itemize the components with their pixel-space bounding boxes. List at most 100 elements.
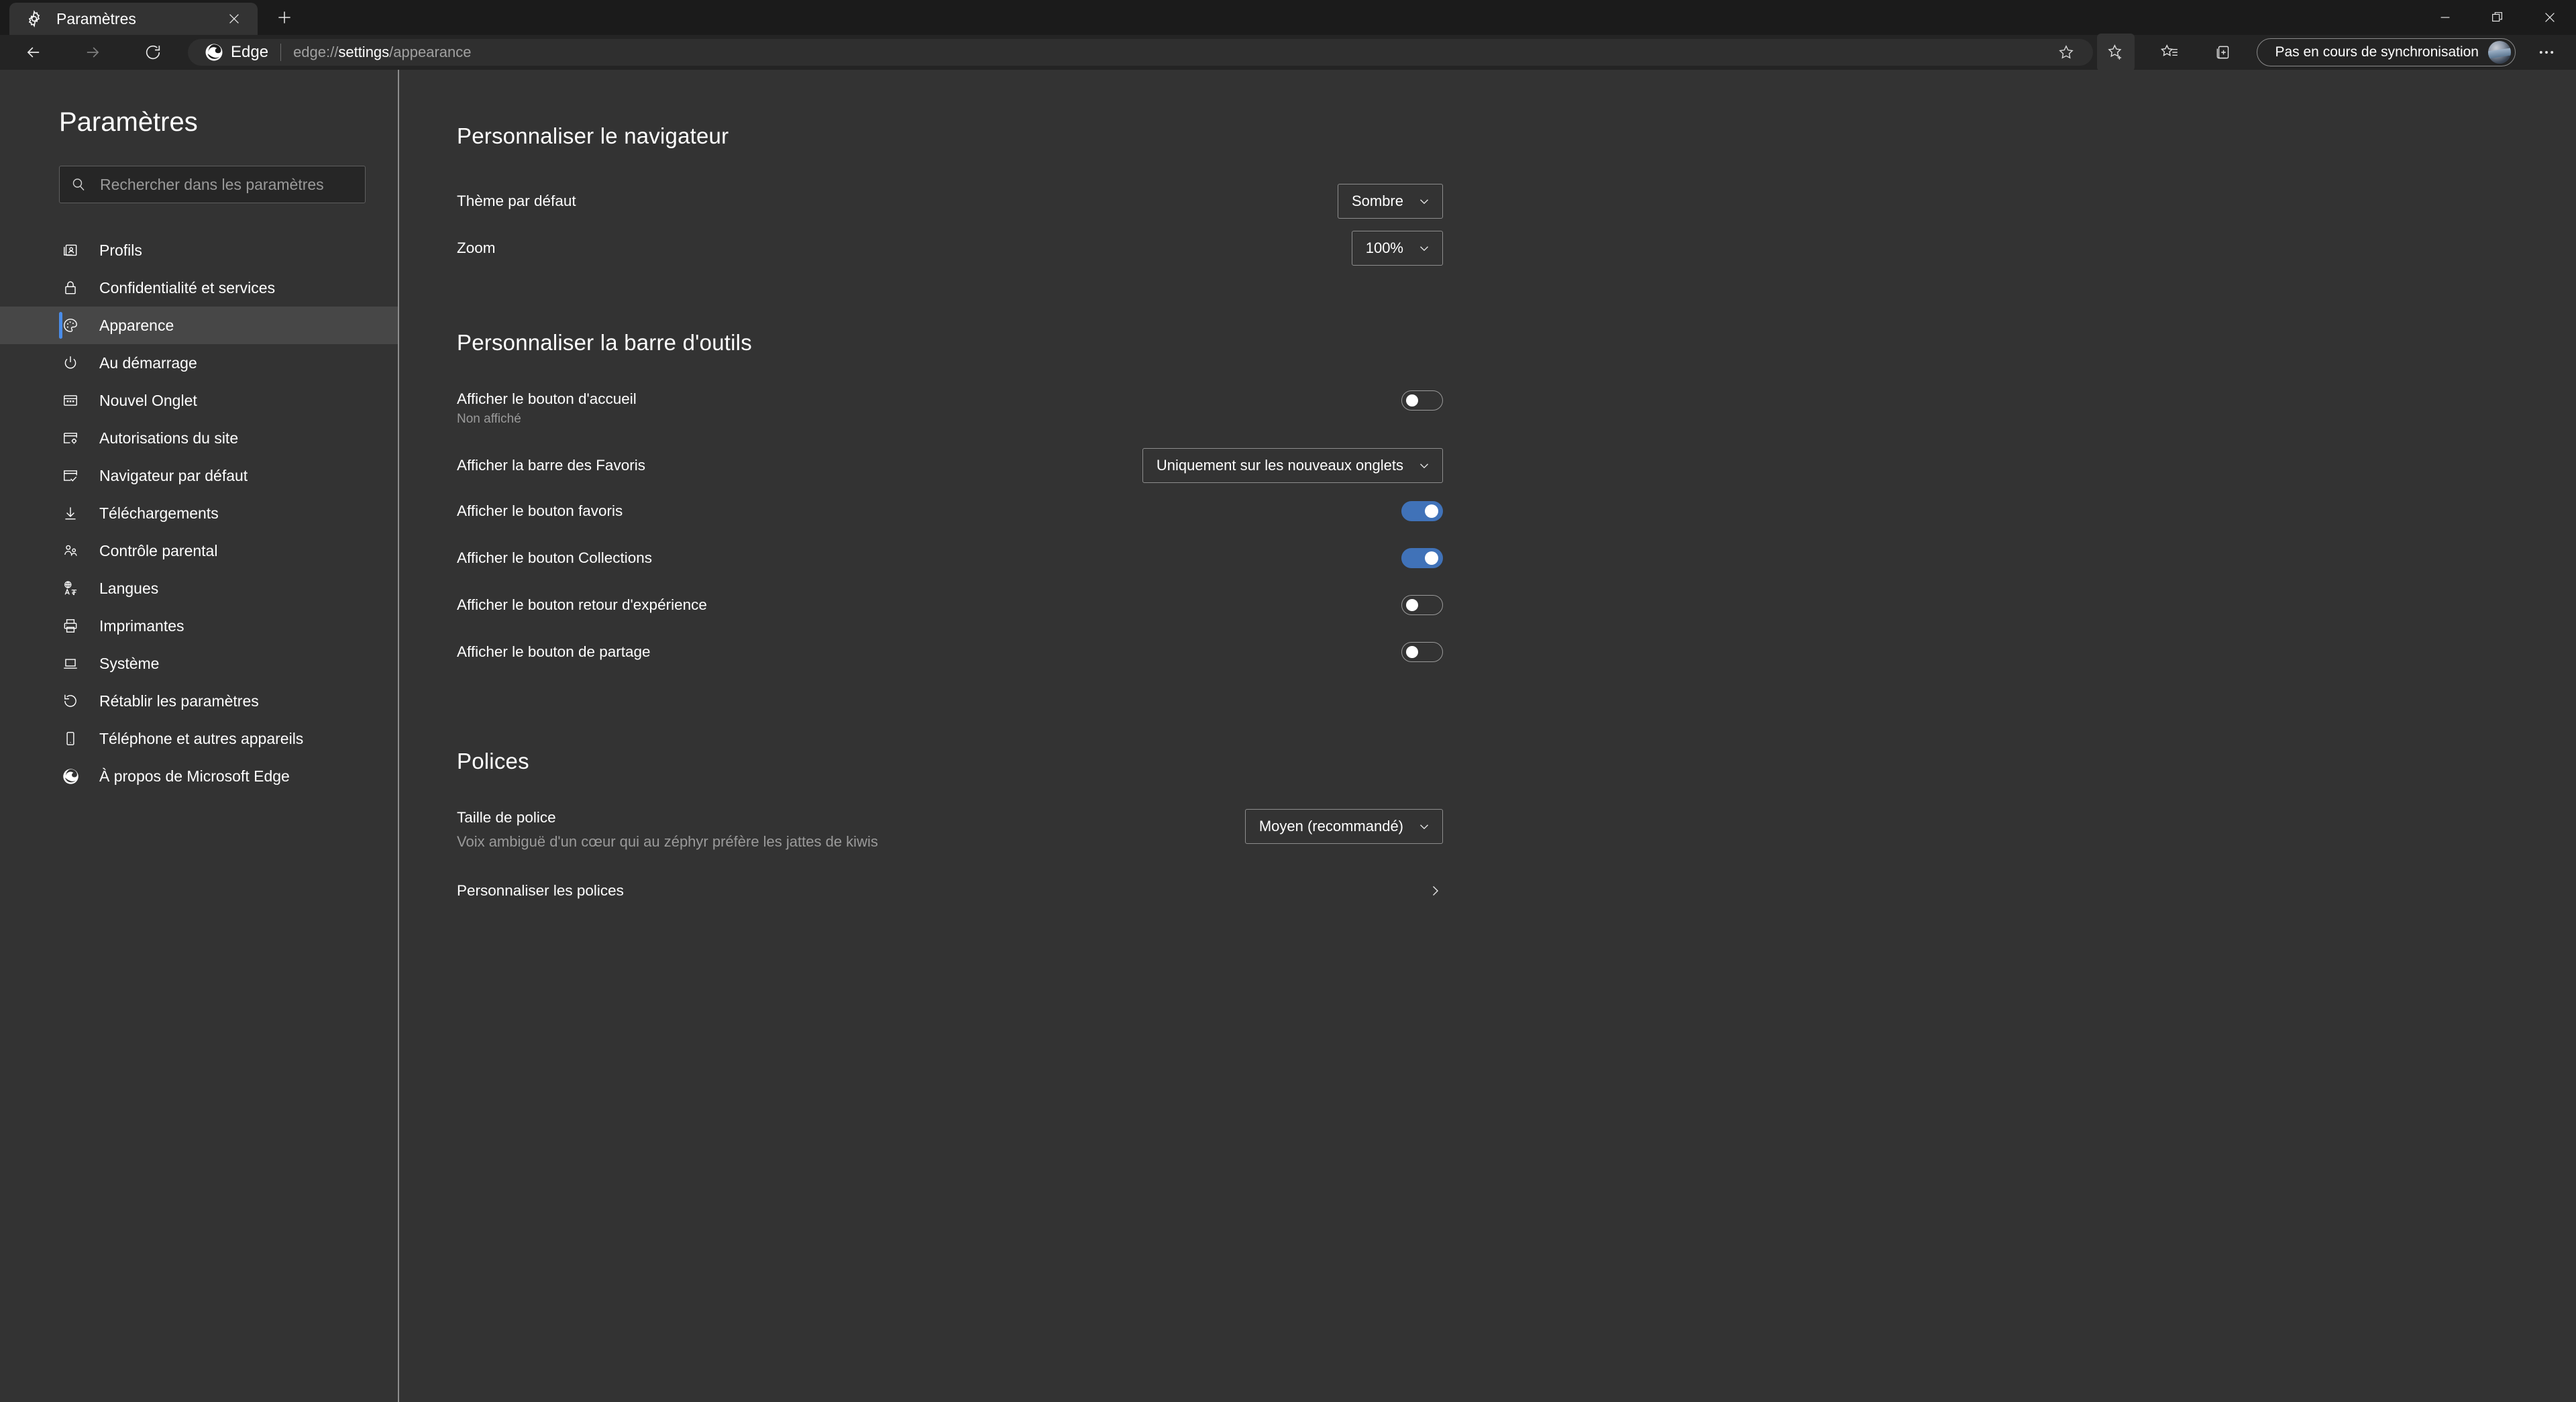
favorites-button-label: Afficher le bouton favoris: [457, 502, 623, 519]
sidebar-item-telephone-appareils[interactable]: Téléphone et autres appareils: [0, 720, 398, 757]
sidebar-item-retablir-parametres[interactable]: Rétablir les paramètres: [0, 682, 398, 720]
favorites-add-button[interactable]: [2097, 34, 2135, 71]
chevron-down-icon: [1417, 458, 1432, 473]
close-icon[interactable]: [2524, 0, 2576, 35]
toggle-knob: [1425, 504, 1438, 518]
avatar: [2488, 41, 2511, 64]
sidebar-item-langues[interactable]: Langues: [0, 570, 398, 607]
browser-tab-settings[interactable]: Paramètres: [9, 3, 258, 35]
toggle-knob: [1406, 646, 1418, 658]
edge-brand: Edge: [204, 42, 268, 62]
sidebar-item-label: Apparence: [99, 316, 174, 334]
sidebar-item-label: Profils: [99, 241, 142, 259]
edge-logo-icon: [59, 765, 82, 788]
font-sample-text: Voix ambiguë d'un cœur qui au zéphyr pré…: [457, 833, 878, 850]
home-button-toggle[interactable]: [1401, 390, 1443, 411]
address-bar[interactable]: Edge edge://settings/appearance: [188, 38, 2094, 67]
section-heading-browser: Personnaliser le navigateur: [457, 123, 729, 148]
collections-icon[interactable]: [2204, 34, 2242, 71]
zoom-value: 100%: [1365, 239, 1403, 256]
zoom-label: Zoom: [457, 239, 496, 256]
sidebar-item-label: Rétablir les paramètres: [99, 692, 259, 710]
default-theme-dropdown[interactable]: Sombre: [1337, 184, 1443, 219]
reload-icon[interactable]: [133, 32, 173, 72]
collections-button-toggle[interactable]: [1401, 548, 1443, 568]
sidebar-item-label: Confidentialité et services: [99, 278, 276, 296]
power-icon: [59, 352, 82, 374]
url-highlight: settings: [338, 44, 390, 60]
sidebar-item-label: Téléchargements: [99, 504, 219, 522]
sidebar-item-navigateur-defaut[interactable]: Navigateur par défaut: [0, 457, 398, 494]
favorites-button-toggle[interactable]: [1401, 501, 1443, 521]
new-tab-button[interactable]: [268, 1, 301, 34]
row-favorites-button: Afficher le bouton favoris: [457, 494, 1443, 529]
home-button-label: Afficher le bouton d'accueil: [457, 390, 637, 407]
row-zoom: Zoom 100%: [457, 231, 1443, 266]
sidebar-item-label: Nouvel Onglet: [99, 391, 197, 409]
add-favorite-icon[interactable]: [2051, 38, 2081, 67]
minimize-icon[interactable]: [2419, 0, 2471, 35]
sidebar-item-label: Langues: [99, 579, 159, 597]
reset-icon: [59, 690, 82, 712]
back-arrow-icon[interactable]: [13, 32, 54, 72]
sidebar-item-label: Imprimantes: [99, 616, 184, 635]
sidebar-item-label: À propos de Microsoft Edge: [99, 767, 290, 785]
printer-icon: [59, 614, 82, 637]
sidebar-item-label: Navigateur par défaut: [99, 466, 248, 484]
lock-icon: [59, 276, 82, 299]
share-button-toggle[interactable]: [1401, 642, 1443, 662]
sidebar-item-telechargements[interactable]: Téléchargements: [0, 494, 398, 532]
home-button-sub: Non affiché: [457, 412, 521, 426]
chevron-down-icon: [1417, 194, 1432, 209]
omnibox-divider: [280, 44, 282, 61]
sidebar-item-au-demarrage[interactable]: Au démarrage: [0, 344, 398, 382]
gear-icon: [23, 7, 46, 30]
sync-status-pill[interactable]: Pas en cours de synchronisation: [2257, 38, 2516, 66]
sidebar-item-profils[interactable]: Profils: [0, 231, 398, 269]
languages-icon: [59, 577, 82, 600]
favorites-list-icon[interactable]: [2151, 34, 2188, 71]
favorites-bar-label: Afficher la barre des Favoris: [457, 457, 645, 474]
url-suffix: /appearance: [389, 44, 472, 60]
page-title: Paramètres: [59, 107, 198, 137]
favorites-bar-dropdown[interactable]: Uniquement sur les nouveaux onglets: [1142, 448, 1443, 483]
sidebar-item-apparence[interactable]: Apparence: [0, 307, 398, 344]
restore-icon[interactable]: [2471, 0, 2524, 35]
font-size-dropdown[interactable]: Moyen (recommandé): [1244, 809, 1443, 844]
more-options-icon[interactable]: [2528, 34, 2565, 71]
search-input[interactable]: Rechercher dans les paramètres: [100, 176, 324, 194]
zoom-dropdown[interactable]: 100%: [1351, 231, 1443, 266]
collections-button-label: Afficher le bouton Collections: [457, 549, 653, 566]
default-browser-icon: [59, 464, 82, 487]
settings-nav-list: Profils Confidentialité et services Appa…: [0, 231, 398, 795]
family-icon: [59, 539, 82, 562]
download-arrow-icon: [59, 502, 82, 525]
palette-icon: [59, 314, 82, 337]
feedback-button-label: Afficher le bouton retour d'expérience: [457, 596, 707, 613]
sidebar-item-nouvel-onglet[interactable]: Nouvel Onglet: [0, 382, 398, 419]
search-settings-box[interactable]: Rechercher dans les paramètres: [59, 166, 366, 203]
window-controls: [2419, 0, 2576, 35]
tab-close-icon[interactable]: [220, 5, 248, 33]
sidebar-item-confidentialite[interactable]: Confidentialité et services: [0, 269, 398, 307]
sidebar-item-a-propos-edge[interactable]: À propos de Microsoft Edge: [0, 757, 398, 795]
settings-page: Paramètres Rechercher dans les paramètre…: [0, 70, 2576, 1402]
profile-card-icon: [59, 239, 82, 262]
chevron-down-icon: [1417, 241, 1432, 256]
new-tab-icon: [59, 389, 82, 412]
chevron-right-icon: [1427, 883, 1443, 899]
sidebar-item-systeme[interactable]: Système: [0, 645, 398, 682]
forward-arrow-icon[interactable]: [72, 32, 113, 72]
font-size-label: Taille de police: [457, 809, 556, 826]
sidebar-item-autorisations-site[interactable]: Autorisations du site: [0, 419, 398, 457]
search-icon: [70, 176, 87, 193]
tab-title: Paramètres: [56, 9, 136, 28]
feedback-button-toggle[interactable]: [1401, 595, 1443, 615]
row-default-theme: Thème par défaut Sombre: [457, 184, 1443, 219]
row-customize-fonts[interactable]: Personnaliser les polices: [457, 873, 1443, 908]
row-collections-button: Afficher le bouton Collections: [457, 541, 1443, 576]
sidebar-item-controle-parental[interactable]: Contrôle parental: [0, 532, 398, 570]
sync-status-label: Pas en cours de synchronisation: [2275, 44, 2479, 60]
sidebar-item-imprimantes[interactable]: Imprimantes: [0, 607, 398, 645]
chevron-down-icon: [1417, 819, 1432, 834]
